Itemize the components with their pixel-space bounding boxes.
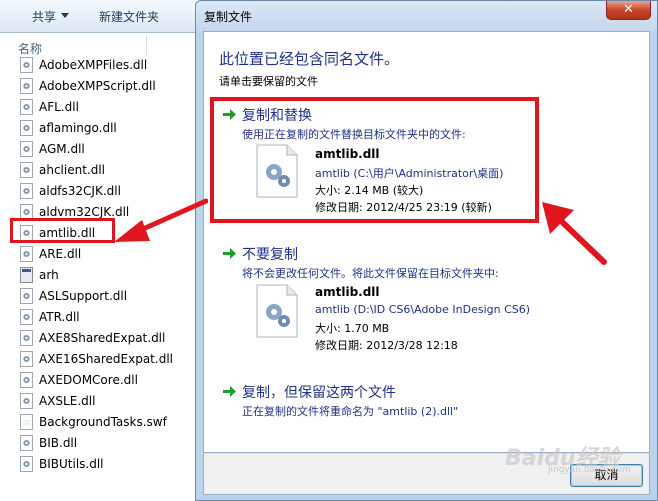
list-item[interactable]: AXEDOMCore.dll — [20, 370, 195, 389]
option-description: 正在复制的文件将重命名为 "amtlib (2).dll" — [242, 405, 459, 418]
list-item[interactable]: arh — [20, 265, 195, 284]
file-name: ARE.dll — [39, 246, 82, 261]
dll-file-icon — [20, 329, 33, 346]
list-item[interactable]: AFL.dll — [20, 97, 195, 116]
dll-file-icon — [20, 308, 33, 325]
close-button[interactable]: ✕ — [606, 1, 651, 20]
option-title: 复制，但保留这两个文件 — [242, 385, 396, 401]
list-item[interactable]: BackgroundTasks.swf — [20, 412, 195, 431]
dll-file-icon — [20, 140, 33, 157]
list-item[interactable]: AXSLE.dll — [20, 391, 195, 410]
list-item[interactable]: ASLSupport.dll — [20, 286, 195, 305]
file-name: ahclient.dll — [39, 162, 106, 177]
chevron-down-icon — [61, 13, 70, 22]
list-item[interactable]: AXE8SharedExpat.dll — [20, 328, 195, 347]
new-folder-button[interactable]: 新建文件夹 — [99, 8, 159, 25]
app-file-icon — [20, 266, 33, 283]
dll-file-icon — [20, 98, 33, 115]
dll-file-icon — [20, 119, 33, 136]
dll-file-icon — [20, 56, 33, 73]
file-name: AdobeXMPScript.dll — [39, 78, 156, 93]
dll-file-icon — [20, 287, 33, 304]
list-item[interactable]: BIB.dll — [20, 433, 195, 452]
file-name: BackgroundTasks.swf — [39, 414, 167, 429]
file-name: AXEDOMCore.dll — [39, 372, 138, 387]
file-name: AFL.dll — [39, 99, 79, 114]
list-item[interactable]: BIBUtils.dll — [20, 454, 195, 473]
dialog-title: 复制文件 — [204, 10, 253, 24]
dll-file-icon — [20, 371, 33, 388]
file-path: amtlib (D:\ID CS6\Adobe InDesign CS6) — [315, 303, 531, 316]
file-name: amtlib.dll — [315, 285, 380, 299]
list-item[interactable]: ATR.dll — [20, 307, 195, 326]
dll-file-icon — [20, 350, 33, 367]
list-item[interactable]: ahclient.dll — [20, 160, 195, 179]
option-dont-copy[interactable]: 不要复制 将不会更改任何文件。将此文件保留在目标文件夹中: amtlib.dll… — [219, 244, 549, 354]
dll-file-icon — [20, 245, 33, 262]
list-item[interactable]: AdobeXMPScript.dll — [20, 76, 195, 95]
file-name: BIB.dll — [39, 435, 78, 450]
share-label: 共享 — [32, 10, 57, 24]
file-name: AXE8SharedExpat.dll — [39, 330, 166, 345]
file-name: AXSLE.dll — [39, 393, 96, 408]
annotation-arrow-icon — [114, 198, 208, 242]
list-item[interactable]: AXE16SharedExpat.dll — [20, 349, 195, 368]
annotation-highlight-box — [10, 218, 115, 243]
dll-file-icon — [20, 434, 33, 451]
option-title: 不要复制 — [242, 247, 298, 263]
file-size: 大小: 1.70 MB — [315, 322, 390, 335]
dll-file-icon — [20, 392, 33, 409]
file-name: ASLSupport.dll — [39, 288, 128, 303]
file-name: AGM.dll — [39, 141, 85, 156]
column-divider[interactable] — [146, 35, 147, 55]
watermark-sub: jingyan.baidu.com — [548, 465, 632, 475]
file-name: AdobeXMPFiles.dll — [39, 57, 148, 72]
green-arrow-icon — [223, 248, 236, 259]
dll-file-icon — [20, 455, 33, 472]
file-name: AXE16SharedExpat.dll — [39, 351, 173, 366]
option-description: 将不会更改任何文件。将此文件保留在目标文件夹中: — [242, 267, 499, 280]
dialog-heading: 此位置已经包含同名文件。 — [219, 50, 400, 68]
file-name: arh — [39, 267, 59, 282]
list-item[interactable]: AdobeXMPFiles.dll — [20, 55, 195, 74]
annotation-arrow-icon — [542, 202, 607, 265]
dll-file-icon — [20, 161, 33, 178]
dll-file-icon — [20, 182, 33, 199]
close-icon: ✕ — [623, 2, 634, 17]
file-name: ATR.dll — [39, 309, 80, 324]
share-button[interactable]: 共享 — [32, 8, 70, 25]
option-keep-both[interactable]: 复制，但保留这两个文件 正在复制的文件将重命名为 "amtlib (2).dll… — [219, 382, 549, 422]
annotation-highlight-box — [210, 97, 539, 223]
file-modified-date: 修改日期: 2012/3/28 12:18 — [315, 339, 458, 352]
list-item[interactable]: aflamingo.dll — [20, 118, 195, 137]
dialog-titlebar[interactable]: 复制文件 ✕ — [196, 1, 657, 31]
file-name: aldfs32CJK.dll — [39, 183, 121, 198]
dll-file-icon — [256, 284, 298, 338]
list-item[interactable]: AGM.dll — [20, 139, 195, 158]
dll-file-icon — [20, 77, 33, 94]
file-name: aflamingo.dll — [39, 120, 117, 135]
plain-file-icon — [20, 413, 33, 430]
green-arrow-icon — [223, 386, 236, 397]
dialog-subheading: 请单击要保留的文件 — [219, 75, 318, 88]
file-name: BIBUtils.dll — [39, 456, 104, 471]
